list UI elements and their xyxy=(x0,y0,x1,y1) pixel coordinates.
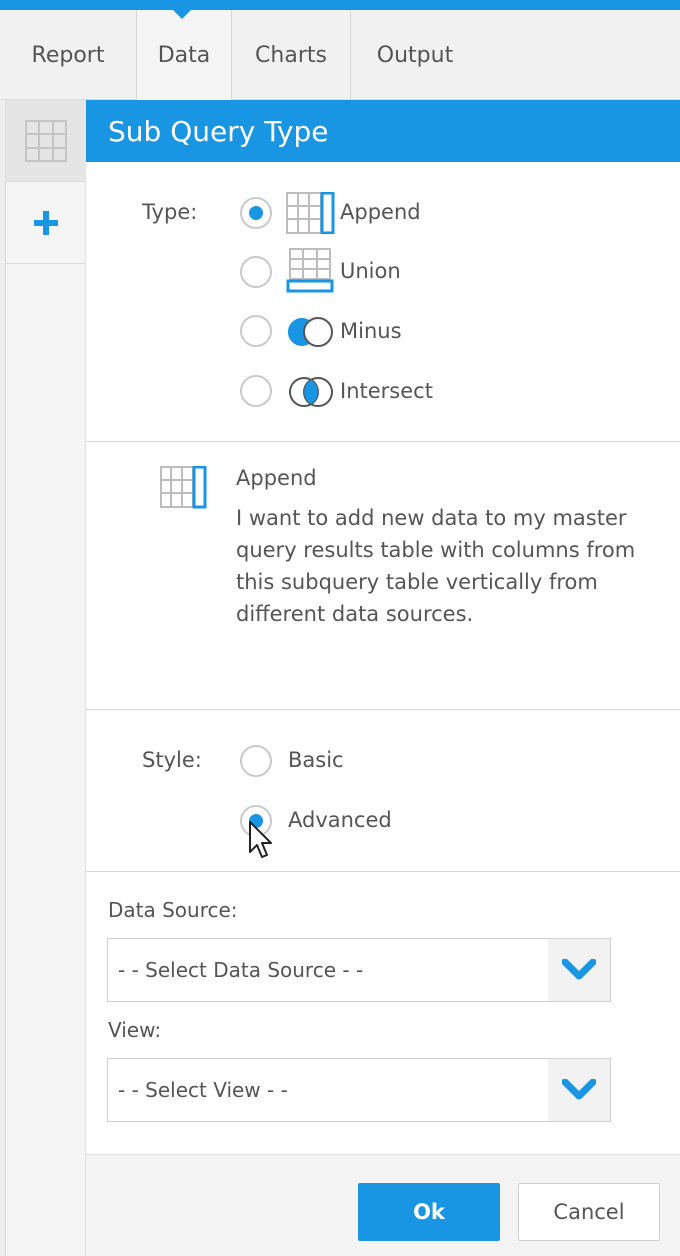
left-rail xyxy=(0,100,86,1256)
option-minus-label: Minus xyxy=(340,319,402,343)
union-icon xyxy=(286,248,334,293)
panel-title: Sub Query Type xyxy=(108,114,329,148)
radio-union[interactable] xyxy=(240,256,272,288)
option-advanced-label: Advanced xyxy=(288,808,392,832)
view-dropdown-button[interactable] xyxy=(548,1059,610,1121)
data-source-value: - - Select Data Source - - xyxy=(118,958,364,982)
chevron-down-icon xyxy=(562,1079,596,1100)
rail-grid-button[interactable] xyxy=(6,100,86,182)
option-intersect-label: Intersect xyxy=(340,379,433,403)
tab-charts-label: Charts xyxy=(255,42,327,68)
type-label: Type: xyxy=(142,200,198,224)
tab-output[interactable]: Output xyxy=(351,10,479,100)
tab-output-label: Output xyxy=(376,42,454,68)
append-icon xyxy=(160,466,207,509)
top-accent-bar xyxy=(0,0,680,10)
view-label: View: xyxy=(108,1018,162,1042)
mouse-cursor-icon xyxy=(249,821,272,858)
data-source-dropdown-button[interactable] xyxy=(548,939,610,1001)
description-body: I want to add new data to my master quer… xyxy=(236,506,636,626)
tab-report[interactable]: Report xyxy=(0,10,137,100)
type-section: Type: Append Union Minus Intersect xyxy=(86,162,680,442)
data-source-select[interactable]: - - Select Data Source - - xyxy=(107,938,611,1002)
minus-icon xyxy=(288,317,333,347)
radio-minus[interactable] xyxy=(240,315,272,347)
option-basic-label: Basic xyxy=(288,748,344,772)
cancel-button[interactable]: Cancel xyxy=(518,1183,660,1241)
ok-button[interactable]: Ok xyxy=(358,1183,500,1241)
data-source-label: Data Source: xyxy=(108,898,238,922)
grid-icon xyxy=(25,119,67,162)
style-label: Style: xyxy=(142,748,202,772)
chevron-down-icon xyxy=(562,959,596,980)
option-union-label: Union xyxy=(340,259,401,283)
tab-bar: Report Data Charts Output xyxy=(0,10,680,100)
panel-header: Sub Query Type xyxy=(86,100,680,162)
description-section: Append I want to add new data to my mast… xyxy=(86,442,680,710)
rail-add-button[interactable] xyxy=(6,182,86,264)
tab-data-label: Data xyxy=(157,42,211,68)
tab-charts[interactable]: Charts xyxy=(232,10,351,100)
description-title: Append xyxy=(236,466,317,490)
radio-intersect[interactable] xyxy=(240,375,272,407)
option-append-label: Append xyxy=(340,200,421,224)
intersect-icon xyxy=(289,377,333,407)
style-section: Style: Basic Advanced xyxy=(86,710,680,872)
view-select[interactable]: - - Select View - - xyxy=(107,1058,611,1122)
radio-append[interactable] xyxy=(240,197,272,229)
plus-icon xyxy=(34,210,58,235)
rail-edge xyxy=(0,100,6,1256)
tab-report-label: Report xyxy=(31,42,105,68)
append-icon xyxy=(286,192,335,234)
tab-data[interactable]: Data xyxy=(137,10,232,100)
view-value: - - Select View - - xyxy=(118,1078,288,1102)
radio-basic[interactable] xyxy=(240,745,272,777)
active-tab-indicator xyxy=(171,8,193,19)
